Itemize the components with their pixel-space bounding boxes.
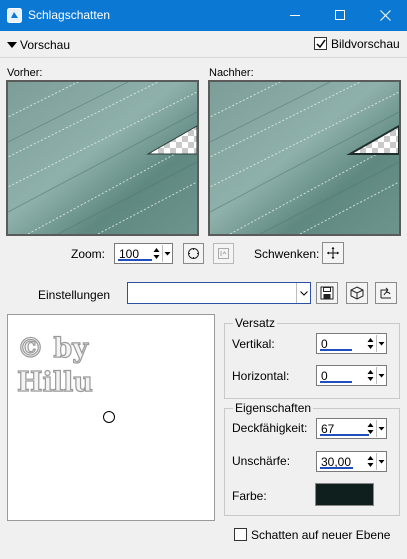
close-button[interactable] bbox=[363, 0, 407, 31]
blur-stepper-icon[interactable] bbox=[366, 454, 375, 469]
svg-text:Hillu: Hillu bbox=[17, 367, 93, 398]
vertical-dropdown-icon[interactable] bbox=[376, 335, 385, 352]
horizontal-input[interactable]: 0 bbox=[316, 365, 387, 386]
opacity-label: Deckfähigkeit: bbox=[232, 421, 308, 435]
svg-text:© by: © by bbox=[17, 333, 89, 364]
before-label: Vorher: bbox=[7, 67, 43, 79]
pan-label: Schwenken: bbox=[254, 247, 320, 261]
opacity-underline bbox=[320, 434, 369, 436]
vertical-stepper-icon[interactable] bbox=[366, 336, 375, 351]
show-preview-checkbox[interactable] bbox=[314, 37, 327, 50]
zoom-fit-button[interactable] bbox=[183, 243, 204, 264]
pan-button[interactable] bbox=[322, 242, 344, 264]
offset-group-label: Versatz bbox=[233, 316, 278, 330]
zoom-dropdown-icon[interactable] bbox=[162, 245, 171, 262]
minimize-button[interactable] bbox=[273, 0, 318, 31]
chevron-down-icon[interactable] bbox=[296, 283, 310, 303]
app-icon bbox=[7, 8, 22, 23]
preview-section-label[interactable]: Vorschau bbox=[20, 38, 70, 52]
blur-label: Unschärfe: bbox=[232, 454, 291, 468]
randomize-button[interactable] bbox=[375, 282, 397, 304]
zoom-actual-size-button[interactable] bbox=[213, 243, 234, 264]
zoom-underline bbox=[118, 259, 152, 261]
offset-canvas[interactable]: © by Hillu bbox=[7, 314, 215, 521]
blur-dropdown-icon[interactable] bbox=[376, 453, 385, 470]
zoom-stepper-icon[interactable] bbox=[152, 246, 161, 261]
vertical-input[interactable]: 0 bbox=[316, 333, 387, 354]
offset-handle[interactable] bbox=[103, 411, 115, 423]
title-bar: Schlagschatten bbox=[0, 0, 407, 31]
zoom-input[interactable]: 100 bbox=[114, 243, 173, 264]
watermark-logo: © by Hillu bbox=[17, 332, 94, 398]
horizontal-stepper-icon[interactable] bbox=[366, 368, 375, 383]
blur-input[interactable]: 30,00 bbox=[316, 451, 387, 472]
opacity-input[interactable]: 67 bbox=[316, 418, 387, 439]
reset-button[interactable] bbox=[346, 282, 368, 304]
properties-group-label: Eigenschaften bbox=[233, 401, 314, 415]
vertical-underline bbox=[320, 349, 352, 351]
after-preview[interactable] bbox=[208, 80, 401, 236]
horizontal-label: Horizontal: bbox=[232, 369, 290, 383]
before-preview[interactable] bbox=[6, 80, 199, 236]
maximize-button[interactable] bbox=[318, 0, 363, 31]
vertical-label: Vertikal: bbox=[232, 337, 275, 351]
color-label: Farbe: bbox=[232, 489, 267, 503]
shadow-new-layer-checkbox[interactable] bbox=[234, 528, 247, 541]
after-label: Nachher: bbox=[209, 67, 254, 79]
shadow-new-layer-label[interactable]: Schatten auf neuer Ebene bbox=[251, 528, 390, 542]
save-preset-button[interactable] bbox=[316, 282, 338, 304]
show-preview-label[interactable]: Bildvorschau bbox=[331, 37, 400, 51]
opacity-stepper-icon[interactable] bbox=[366, 421, 375, 436]
window-title: Schlagschatten bbox=[28, 8, 111, 22]
opacity-dropdown-icon[interactable] bbox=[376, 420, 385, 437]
shadow-color-swatch[interactable] bbox=[315, 483, 374, 506]
horizontal-underline bbox=[320, 381, 352, 383]
preset-select[interactable] bbox=[127, 282, 311, 304]
blur-underline bbox=[320, 467, 353, 469]
presets-label: Einstellungen bbox=[38, 288, 111, 302]
horizontal-dropdown-icon[interactable] bbox=[376, 367, 385, 384]
collapse-caret-icon[interactable] bbox=[7, 42, 17, 48]
zoom-label: Zoom: bbox=[71, 247, 106, 261]
